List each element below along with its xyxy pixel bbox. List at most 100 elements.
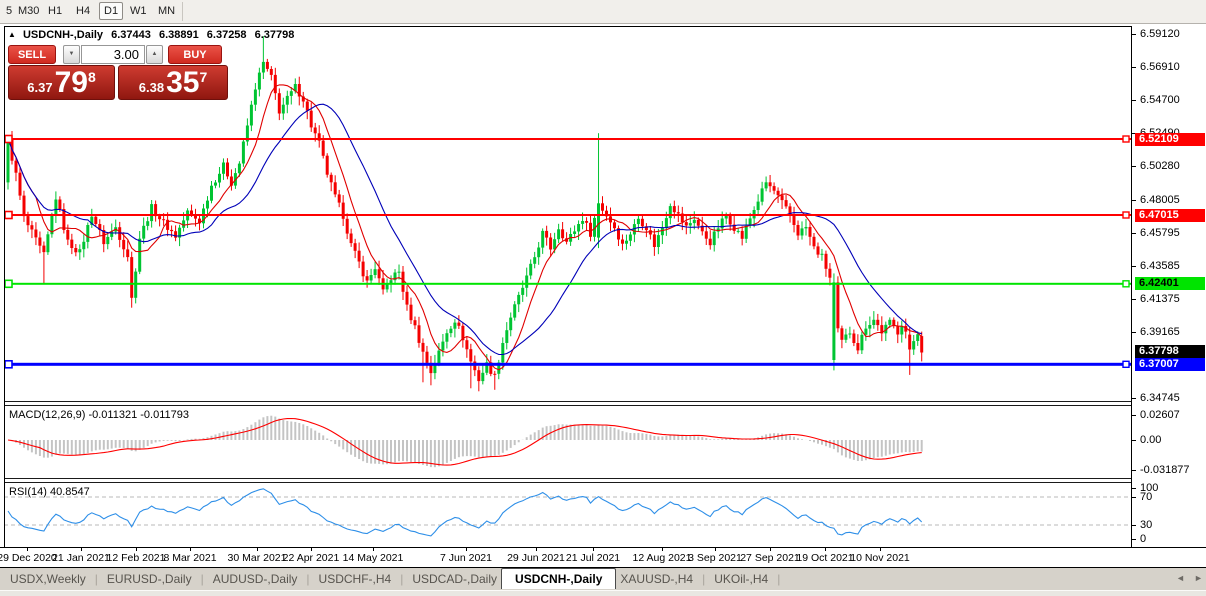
time-axis[interactable]: 29 Dec 202021 Jan 202112 Feb 20218 Mar 2… — [0, 548, 1206, 567]
date-label: 10 Nov 2021 — [850, 552, 910, 564]
toolbar-separator — [182, 2, 183, 21]
timeframe-button-h4[interactable]: H4 — [72, 3, 94, 19]
symbol-tab-bar: USDX,Weekly|EURUSD-,Daily|AUDUSD-,Daily|… — [0, 567, 1206, 590]
ohlc-close: 6.37798 — [255, 29, 295, 41]
tab-audusd-daily[interactable]: AUDUSD-,Daily — [209, 572, 302, 586]
tab-separator: | — [395, 572, 408, 586]
hline-price-badge[interactable]: 6.42401 — [1135, 277, 1205, 290]
macd-tick-label: 0.00 — [1140, 434, 1161, 446]
price-tick-label: 6.59120 — [1140, 28, 1180, 40]
tab-usdcad-daily[interactable]: USDCAD-,Daily — [408, 572, 501, 586]
price-tick — [1132, 34, 1136, 35]
last-price-badge: 6.37798 — [1135, 345, 1205, 358]
rsi-tick — [1132, 488, 1136, 489]
chevron-up-icon: ▲ — [152, 51, 158, 57]
tab-separator: | — [301, 572, 314, 586]
price-tick — [1132, 332, 1136, 333]
macd-tick-label: -0.031877 — [1140, 464, 1190, 476]
timeframe-button-d1[interactable]: D1 — [99, 2, 123, 20]
ohlc-low: 6.37258 — [207, 29, 247, 41]
buy-price-main: 35 — [166, 68, 199, 98]
date-tick — [311, 548, 312, 551]
date-label: 27 Sep 2021 — [740, 552, 800, 564]
tab-xauusd-h4[interactable]: XAUUSD-,H4 — [616, 572, 697, 586]
tab-usdchf-h4[interactable]: USDCHF-,H4 — [315, 572, 396, 586]
tab-usdx-weekly[interactable]: USDX,Weekly — [6, 572, 90, 586]
date-tick — [190, 548, 191, 551]
ohlc-high: 6.38891 — [159, 29, 199, 41]
tab-separator: | — [772, 572, 785, 586]
macd-tick — [1132, 440, 1136, 441]
status-strip — [0, 590, 1206, 596]
price-tick-label: 6.43585 — [1140, 260, 1180, 272]
tab-separator: | — [697, 572, 710, 586]
price-tick-label: 6.50280 — [1140, 160, 1180, 172]
buy-button[interactable]: BUY — [168, 45, 222, 64]
price-tick — [1132, 166, 1136, 167]
date-tick — [715, 548, 716, 551]
date-label: 29 Jun 2021 — [507, 552, 565, 564]
date-label: 21 Jul 2021 — [566, 552, 620, 564]
rsi-tick — [1132, 525, 1136, 526]
chart-symbol-label: USDCNH-,Daily — [23, 29, 103, 41]
price-tick — [1132, 299, 1136, 300]
date-label: 7 Jun 2021 — [440, 552, 492, 564]
date-tick — [466, 548, 467, 551]
timeframe-button-w1[interactable]: W1 — [126, 3, 151, 19]
volume-input[interactable] — [81, 45, 145, 64]
date-tick — [662, 548, 663, 551]
volume-decrease-button[interactable]: ▼ — [63, 45, 80, 64]
rsi-panel[interactable] — [4, 483, 1131, 547]
price-tick — [1132, 233, 1136, 234]
timeframe-button-m30[interactable]: M30 — [14, 3, 43, 19]
price-tick — [1132, 100, 1136, 101]
date-tick — [373, 548, 374, 551]
sell-price-pip: 8 — [88, 69, 96, 85]
rsi-tick — [1132, 497, 1136, 498]
hline-price-badge[interactable]: 6.37007 — [1135, 358, 1205, 371]
date-tick — [825, 548, 826, 551]
rsi-tick-label: 30 — [1140, 519, 1152, 531]
date-label: 12 Aug 2021 — [633, 552, 692, 564]
macd-label: MACD(12,26,9) -0.011321 -0.011793 — [9, 409, 189, 421]
date-label: 3 Sep 2021 — [688, 552, 742, 564]
panel-separator-macd-rsi[interactable] — [4, 478, 1131, 483]
date-tick — [770, 548, 771, 551]
tab-scroll-right-icon[interactable]: ► — [1194, 573, 1203, 583]
tab-eurusd-daily[interactable]: EURUSD-,Daily — [103, 572, 196, 586]
macd-tick — [1132, 415, 1136, 416]
date-label: 21 Jan 2021 — [52, 552, 110, 564]
price-tick-label: 6.54700 — [1140, 94, 1180, 106]
date-tick — [536, 548, 537, 551]
timeframe-button-mn[interactable]: MN — [154, 3, 179, 19]
tab-usdcnh-daily[interactable]: USDCNH-,Daily — [501, 568, 616, 589]
collapse-arrow-icon[interactable]: ▲ — [8, 30, 16, 39]
date-tick — [81, 548, 82, 551]
sell-price-main: 79 — [55, 68, 88, 98]
panel-separator-main-macd[interactable] — [4, 401, 1131, 406]
sell-button[interactable]: SELL — [8, 45, 56, 64]
chevron-down-icon: ▼ — [69, 51, 75, 57]
price-tick-label: 6.45795 — [1140, 227, 1180, 239]
tab-scroll-left-icon[interactable]: ◄ — [1176, 573, 1185, 583]
tab-ukoil-h4[interactable]: UKOil-,H4 — [710, 572, 772, 586]
date-tick — [880, 548, 881, 551]
date-tick — [136, 548, 137, 551]
price-axis[interactable]: 6.591206.569106.547006.524906.502806.480… — [1131, 26, 1206, 547]
rsi-tick-label: 70 — [1140, 491, 1152, 503]
rsi-tick-label: 0 — [1140, 533, 1146, 545]
hline-price-badge[interactable]: 6.47015 — [1135, 209, 1205, 222]
date-tick — [257, 548, 258, 551]
sell-price-box[interactable]: 6.37 79 8 — [8, 65, 115, 100]
price-tick-label: 6.56910 — [1140, 61, 1180, 73]
ohlc-open: 6.37443 — [111, 29, 151, 41]
price-tick — [1132, 67, 1136, 68]
date-label: 12 Feb 2021 — [107, 552, 166, 564]
buy-price-box[interactable]: 6.38 35 7 — [118, 65, 228, 100]
hline-price-badge[interactable]: 6.52109 — [1135, 133, 1205, 146]
timeframe-button-h1[interactable]: H1 — [44, 3, 66, 19]
date-label: 14 May 2021 — [343, 552, 404, 564]
date-label: 19 Oct 2021 — [796, 552, 853, 564]
tab-separator: | — [90, 572, 103, 586]
volume-increase-button[interactable]: ▲ — [146, 45, 163, 64]
